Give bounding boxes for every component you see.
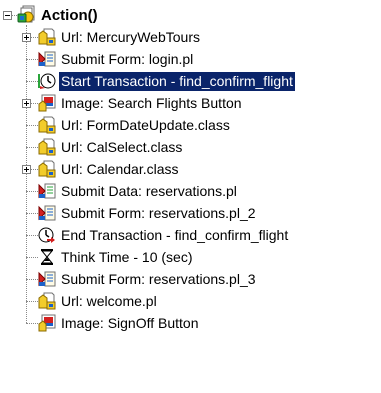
tree-connector xyxy=(26,257,38,258)
expand-toggle[interactable] xyxy=(22,99,31,108)
tree-item-label[interactable]: Url: FormDateUpdate.class xyxy=(59,116,232,135)
submit-form-icon xyxy=(38,50,56,68)
tree-connector xyxy=(26,279,38,280)
url-icon xyxy=(38,160,56,178)
tree-item-label[interactable]: Submit Data: reservations.pl xyxy=(59,182,239,201)
submit-data-icon xyxy=(38,182,56,200)
start-transaction-icon xyxy=(38,72,56,90)
tree-connector xyxy=(26,147,38,148)
image-icon xyxy=(38,94,56,112)
tree-item-label[interactable]: Url: CalSelect.class xyxy=(59,138,184,157)
collapse-toggle-root[interactable] xyxy=(3,11,12,20)
expand-toggle[interactable] xyxy=(22,33,31,42)
url-icon xyxy=(38,138,56,156)
tree-connector xyxy=(26,301,38,302)
tree-root-label[interactable]: Action() xyxy=(39,6,100,25)
tree-item-label[interactable]: Url: MercuryWebTours xyxy=(59,28,202,47)
tree-item-label-selected[interactable]: Start Transaction - find_confirm_flight xyxy=(59,72,295,91)
tree-item-label[interactable]: Submit Form: reservations.pl_3 xyxy=(59,270,258,289)
tree-item-label[interactable]: Submit Form: login.pl xyxy=(59,50,195,69)
expand-toggle[interactable] xyxy=(22,165,31,174)
tree-item-label[interactable]: Url: welcome.pl xyxy=(59,292,159,311)
tree-item-label[interactable]: Think Time - 10 (sec) xyxy=(59,248,194,267)
tree-connector xyxy=(26,235,38,236)
tree-view: Action() Url: MercuryWebTours Submit For… xyxy=(0,0,381,393)
tree-connector xyxy=(26,59,38,60)
tree-connector xyxy=(26,191,38,192)
tree-item-label[interactable]: End Transaction - find_confirm_flight xyxy=(59,226,290,245)
end-transaction-icon xyxy=(38,226,56,244)
tree-item-label[interactable]: Image: SignOff Button xyxy=(59,314,201,333)
tree-connector xyxy=(26,213,38,214)
tree-item-label[interactable]: Image: Search Flights Button xyxy=(59,94,244,113)
tree-item-label[interactable]: Url: Calendar.class xyxy=(59,160,181,179)
action-icon xyxy=(17,5,35,23)
tree-connector xyxy=(26,125,38,126)
url-icon xyxy=(38,28,56,46)
hourglass-icon xyxy=(38,248,56,266)
tree-connector xyxy=(26,81,38,82)
url-icon xyxy=(38,292,56,310)
submit-form-icon xyxy=(38,270,56,288)
image-icon xyxy=(38,314,56,332)
submit-form-icon xyxy=(38,204,56,222)
url-icon xyxy=(38,116,56,134)
tree-connector xyxy=(26,323,38,324)
tree-item-label[interactable]: Submit Form: reservations.pl_2 xyxy=(59,204,258,223)
